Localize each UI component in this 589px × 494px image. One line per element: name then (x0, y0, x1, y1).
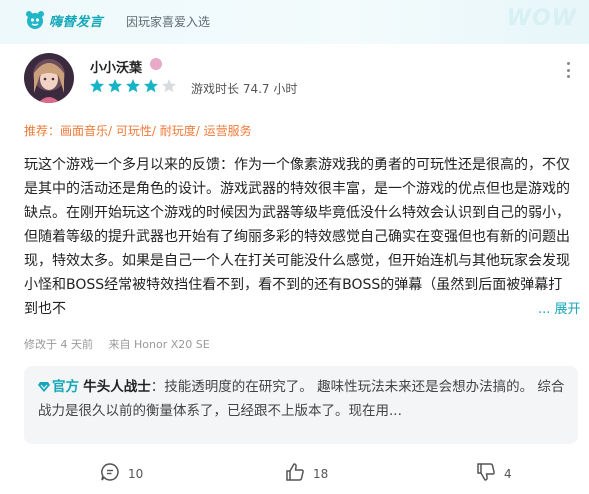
official-reply[interactable]: 官方 牛头人战士：技能透明度的在研究了。 趣味性玩法未来还是会想办法搞的。 综合… (24, 366, 578, 444)
star-icon (125, 78, 141, 94)
username[interactable]: 小小沃葉 (90, 57, 142, 76)
user-badge-icon (150, 58, 162, 70)
star-icon (161, 78, 177, 94)
expand-button[interactable]: ... 展开 (538, 298, 581, 317)
review-text[interactable]: 玩这个游戏一个多月以来的反馈：作为一个像素游戏我的勇者的可玩性还是很高的，不仅是… (24, 153, 572, 321)
dislike-button[interactable]: 4 (476, 462, 512, 485)
playtime: 游戏时长 74.7 小时 (191, 82, 298, 96)
dislike-count: 4 (504, 466, 512, 481)
official-label: 官方 (52, 379, 79, 395)
device-info: 来自 Honor X20 SE (108, 338, 210, 351)
modified-time: 修改于 4 天前 (24, 338, 93, 351)
star-icon (89, 78, 105, 94)
official-diamond-icon (38, 376, 50, 392)
featured-badge: 嗨替发言 (24, 9, 103, 31)
like-count: 18 (313, 466, 329, 481)
review-fade (440, 297, 530, 321)
like-button[interactable]: 18 (285, 462, 328, 485)
featured-badge-text: 嗨替发言 (49, 14, 104, 30)
reply-author: 牛头人战士 (83, 379, 151, 395)
recommend-tags: 推荐：画面音乐/ 可玩性/ 耐玩度/ 运营服务 (24, 124, 252, 138)
star-icon (143, 78, 159, 94)
comment-count: 10 (128, 466, 144, 481)
featured-subtitle: 因玩家喜爱入选 (126, 15, 211, 29)
star-icon (107, 78, 123, 94)
rating-stars (89, 78, 177, 94)
banner-deco-text: WOW (506, 6, 577, 31)
more-options-icon[interactable] (562, 62, 574, 78)
thumbs-down-icon (476, 462, 504, 485)
thumbs-up-icon (285, 462, 313, 485)
comment-button[interactable]: 10 (100, 462, 143, 485)
review-meta: 修改于 4 天前 来自 Honor X20 SE (24, 336, 210, 352)
featured-banner: 嗨替发言 因玩家喜爱入选 WOW (0, 0, 589, 44)
avatar[interactable] (24, 53, 74, 103)
comment-icon (100, 462, 128, 485)
mascot-icon (24, 9, 46, 31)
